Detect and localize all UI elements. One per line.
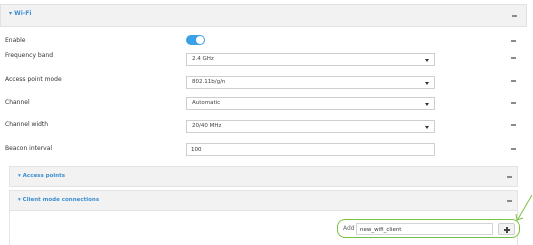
access-point-mode-select[interactable]: 802.11b/g/n [186,76,435,89]
access-point-mode-minus-icon[interactable] [511,80,516,82]
beacon-interval-field[interactable] [186,143,435,156]
beacon-interval-minus-icon[interactable] [511,148,516,150]
beacon-interval-input[interactable] [191,145,431,155]
chevron-down-icon [425,59,429,62]
chevron-down-icon [425,103,429,106]
chevron-down-icon [425,82,429,85]
add-client-button[interactable] [498,223,515,235]
client-mode-title[interactable]: ▾ Client mode connections [18,197,99,203]
toggle-knob [196,36,204,44]
plus-icon-vertical [506,226,508,233]
wifi-section-title[interactable]: ▾ Wi-Fi [9,10,31,17]
channel-minus-icon[interactable] [511,102,516,104]
callout-arrow-icon [515,194,533,221]
access-point-mode-value: 802.11b/g/n [192,79,226,85]
access-point-mode-label: Access point mode [5,76,62,83]
channel-width-label: Channel width [5,121,49,128]
add-client-group: Add [337,219,520,238]
channel-label: Channel [5,99,30,106]
new-client-name-input[interactable] [360,225,490,234]
wifi-section-header[interactable]: ▾ Wi-Fi [0,4,527,27]
enable-toggle[interactable] [186,35,205,45]
channel-select[interactable]: Automatic [186,97,435,110]
frequency-band-minus-icon[interactable] [511,57,516,59]
client-mode-minus-icon[interactable] [507,200,512,202]
channel-value: Automatic [192,100,221,106]
channel-width-value: 20/40 MHz [192,123,222,129]
chevron-down-icon [425,126,429,129]
access-points-minus-icon[interactable] [507,176,512,178]
access-points-title[interactable]: ▾ Access points [18,173,65,179]
client-mode-panel-header[interactable]: ▾ Client mode connections [9,190,518,211]
add-label: Add [343,225,355,232]
access-points-panel-header[interactable]: ▾ Access points [9,166,518,187]
new-client-name-field[interactable] [356,223,493,235]
wifi-collapse-minus-icon[interactable] [512,15,517,17]
frequency-band-select[interactable]: 2.4 GHz [186,53,435,66]
enable-remove-minus-icon[interactable] [511,40,516,42]
enable-label: Enable [5,37,26,44]
channel-width-select[interactable]: 20/40 MHz [186,120,435,133]
frequency-band-label: Frequency band [5,52,53,59]
channel-width-minus-icon[interactable] [511,124,516,126]
frequency-band-value: 2.4 GHz [192,56,214,62]
beacon-interval-label: Beacon interval [5,145,53,152]
